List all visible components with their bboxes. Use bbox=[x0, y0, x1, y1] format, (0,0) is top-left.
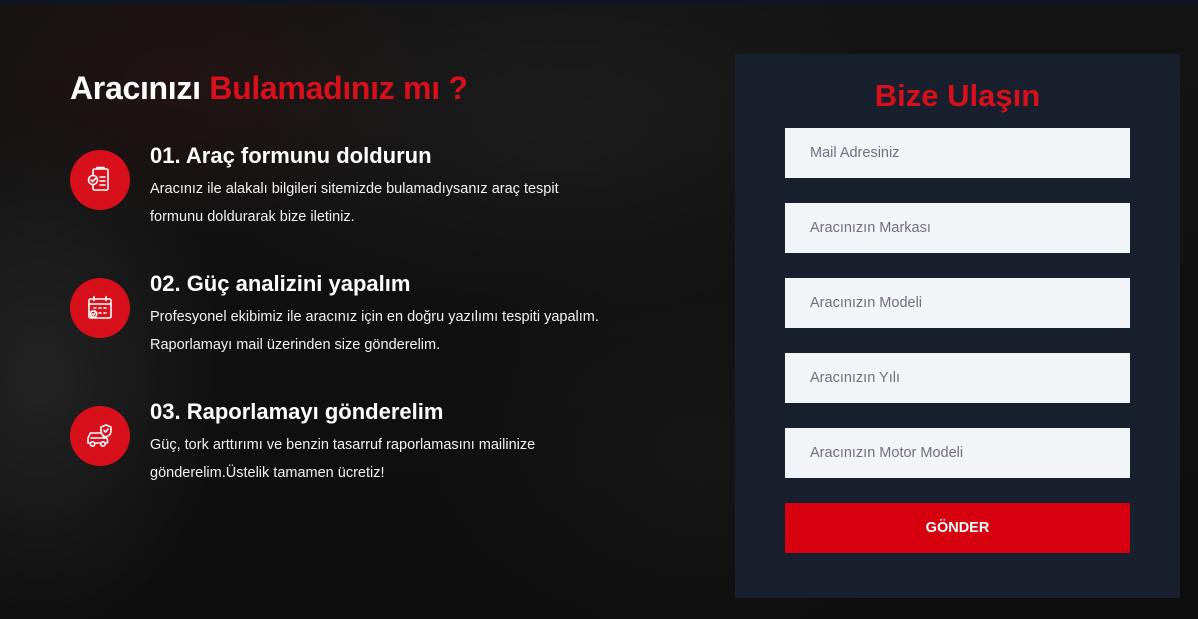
step-title-1: 01. Araç formunu doldurun bbox=[150, 143, 432, 168]
step-desc-3: Güç, tork arttırımı ve benzin tasarruf r… bbox=[150, 437, 536, 481]
steps-section: Aracınızı Bulamadınız mı ? 01. Araç form… bbox=[70, 68, 630, 481]
car-shield-icon bbox=[70, 406, 130, 466]
form-title: Bize Ulaşın bbox=[874, 78, 1041, 113]
car-model-field[interactable] bbox=[785, 278, 1130, 328]
step-desc-2: Profesyonel ekibimiz ile aracınız için e… bbox=[150, 309, 599, 353]
submit-button[interactable]: GÖNDER bbox=[785, 503, 1130, 553]
contact-form-panel: Bize Ulaşın GÖNDER bbox=[735, 54, 1180, 598]
heading-part-white: Aracınızı bbox=[70, 70, 201, 106]
step-title-2: 02. Güç analizini yapalım bbox=[150, 271, 411, 296]
step-title-3: 03. Raporlamayı gönderelim bbox=[150, 399, 444, 424]
heading-part-red: Bulamadınız mı ? bbox=[209, 70, 468, 106]
engine-model-field[interactable] bbox=[785, 428, 1130, 478]
top-divider bbox=[0, 0, 1198, 4]
step-desc-1: Aracınız ile alakalı bilgileri sitemizde… bbox=[150, 181, 559, 225]
section-heading: Aracınızı Bulamadınız mı ? bbox=[70, 68, 630, 108]
car-year-field[interactable] bbox=[785, 353, 1130, 403]
form-checklist-icon bbox=[70, 150, 130, 210]
calendar-check-icon bbox=[70, 278, 130, 338]
email-field[interactable] bbox=[785, 128, 1130, 178]
car-brand-field[interactable] bbox=[785, 203, 1130, 253]
